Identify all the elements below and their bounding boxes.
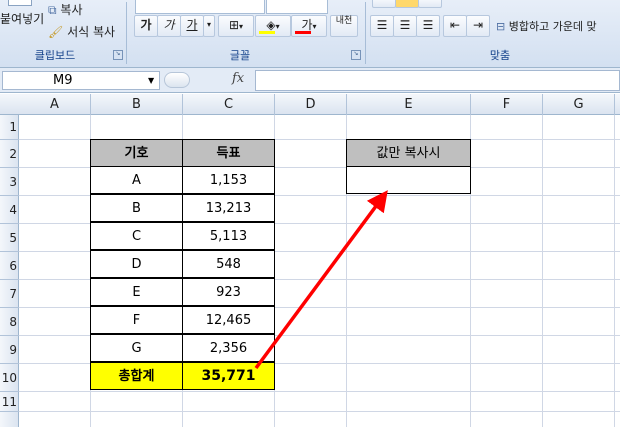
arrow-line <box>254 190 388 370</box>
red-arrow <box>254 190 388 370</box>
